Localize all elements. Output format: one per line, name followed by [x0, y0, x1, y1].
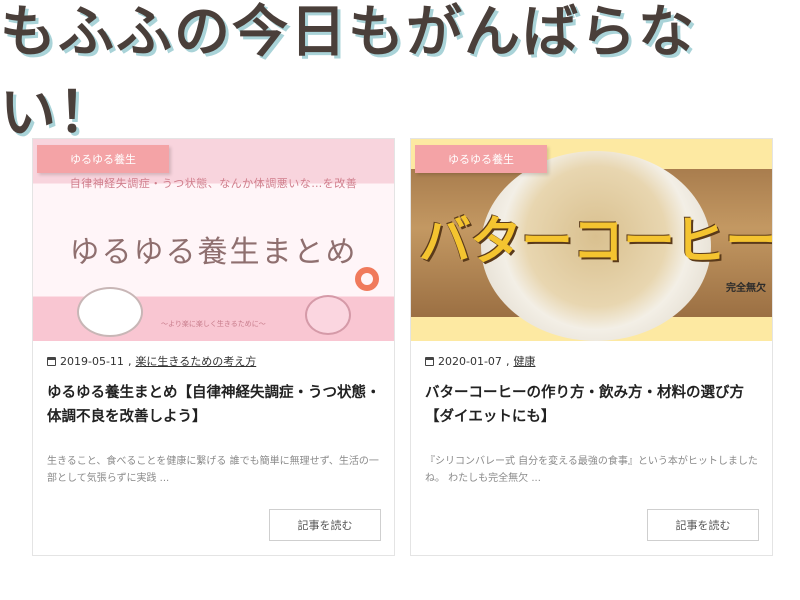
- post-excerpt: 生きること、食べることを健康に繋げる 誰でも簡単に無理せず、生活の一部として気張…: [47, 456, 379, 484]
- post-date: 2020-01-07: [438, 354, 502, 368]
- category-link[interactable]: 健康: [513, 353, 535, 369]
- post-meta: 2020-01-07, 健康: [425, 353, 535, 369]
- category-badge[interactable]: ゆるゆる養生: [37, 145, 169, 173]
- read-more-button[interactable]: 記事を読む: [647, 509, 759, 541]
- sheep-illustration: [305, 295, 351, 335]
- post-thumbnail[interactable]: ゆるゆる養生 バターコーヒー完全版 完全無欠: [411, 139, 772, 341]
- thumbnail-subtext: 完全無欠: [726, 283, 766, 294]
- thumbnail-title: ゆるゆる養生まとめ: [69, 235, 358, 270]
- site-header: もふふの今日もがんばらない！: [0, 0, 800, 146]
- site-title[interactable]: もふふの今日もがんばらない！: [0, 0, 800, 149]
- post-meta: 2019-05-11, 楽に生きるための考え方: [47, 353, 256, 369]
- thumbnail-caption: 〜より楽に楽しく生きるために〜: [161, 320, 266, 328]
- post-card: ゆるゆる養生 バターコーヒー完全版 完全無欠 2020-01-07, 健康 バタ…: [410, 138, 773, 556]
- post-date: 2019-05-11: [60, 354, 124, 368]
- post-title[interactable]: ゆるゆる養生まとめ【自律神経失調症・うつ状態・体調不良を改善しよう】: [47, 381, 383, 429]
- post-excerpt: 『シリコンバレー式 自分を変える最強の食事』という本がヒットしましたね。 わたし…: [425, 456, 758, 484]
- calendar-icon: [47, 356, 56, 366]
- category-link[interactable]: 楽に生きるための考え方: [135, 353, 256, 369]
- post-title[interactable]: バターコーヒーの作り方・飲み方・材料の選び方【ダイエットにも】: [425, 381, 761, 429]
- cat-illustration: [77, 287, 143, 337]
- thumbnail-subtitle: 自律神経失調症・うつ状態、なんか体調悪いな…を改善: [69, 177, 358, 190]
- post-card: ゆるゆる養生 自律神経失調症・うつ状態、なんか体調悪いな…を改善 ゆるゆる養生ま…: [32, 138, 395, 556]
- post-thumbnail[interactable]: ゆるゆる養生 自律神経失調症・うつ状態、なんか体調悪いな…を改善 ゆるゆる養生ま…: [33, 139, 394, 341]
- read-more-button[interactable]: 記事を読む: [269, 509, 381, 541]
- category-badge[interactable]: ゆるゆる養生: [415, 145, 547, 173]
- calendar-icon: [425, 356, 434, 366]
- donut-illustration: [355, 267, 379, 291]
- thumbnail-title: バターコーヒー完全版: [419, 212, 772, 272]
